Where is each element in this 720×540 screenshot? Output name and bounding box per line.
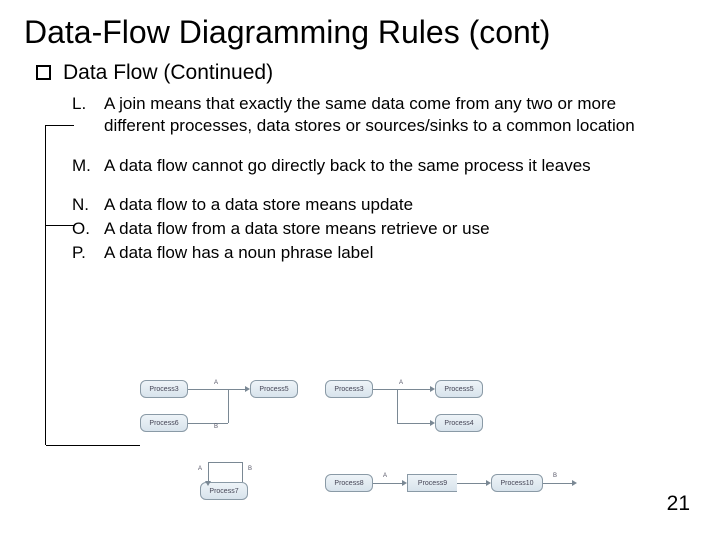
arrow-icon — [397, 389, 398, 423]
rule-letter: M. — [72, 155, 96, 177]
rule-text: A data flow cannot go directly back to t… — [104, 155, 672, 177]
connector-line — [45, 125, 46, 445]
dfd-group-selfloop: Process7 A B — [170, 456, 290, 506]
rule-letter: L. — [72, 93, 96, 137]
arrow-icon — [242, 462, 243, 482]
arrow-label: B — [553, 473, 557, 479]
section-heading-text: Data Flow (Continued) — [63, 61, 273, 85]
rule-item-P: P. A data flow has a noun phrase label — [72, 242, 672, 264]
page-number: 21 — [667, 492, 690, 516]
rule-item-N: N. A data flow to a data store means upd… — [72, 194, 672, 216]
dfd-group-chain: Process8 A Process9 Process10 B — [325, 466, 625, 506]
dfd-group-fork: Process3 Process5 Process4 A — [325, 378, 485, 438]
arrow-label: B — [248, 466, 252, 472]
arrow-icon — [208, 462, 209, 482]
rule-item-O: O. A data flow from a data store means r… — [72, 218, 672, 240]
arrow-icon — [188, 389, 246, 390]
arrow-icon — [208, 462, 242, 463]
rule-item-L: L. A join means that exactly the same da… — [72, 93, 672, 137]
process-box: Process8 — [325, 474, 373, 492]
arrow-icon — [373, 483, 403, 484]
rule-letter: N. — [72, 194, 96, 216]
arrow-icon — [543, 483, 573, 484]
process-box: Process6 — [140, 414, 188, 432]
rule-text: A data flow has a noun phrase label — [104, 242, 672, 264]
arrow-icon — [228, 389, 229, 423]
process-box: Process10 — [491, 474, 543, 492]
arrow-label: A — [383, 473, 387, 479]
arrow-label: A — [399, 380, 403, 386]
checkbox-bullet-icon — [36, 65, 51, 80]
rule-list: L. A join means that exactly the same da… — [0, 85, 720, 264]
process-box: Process4 — [435, 414, 483, 432]
arrow-icon — [188, 423, 228, 424]
data-store-box: Process9 — [407, 474, 457, 492]
rule-text: A data flow from a data store means retr… — [104, 218, 672, 240]
arrow-icon — [373, 389, 431, 390]
rule-text: A data flow to a data store means update — [104, 194, 672, 216]
rule-letter: P. — [72, 242, 96, 264]
process-box: Process3 — [140, 380, 188, 398]
arrow-label: A — [198, 466, 202, 472]
arrow-icon — [457, 483, 487, 484]
rule-item-M: M. A data flow cannot go directly back t… — [72, 155, 672, 177]
rule-letter: O. — [72, 218, 96, 240]
slide-title: Data-Flow Diagramming Rules (cont) — [0, 0, 720, 57]
arrow-label: A — [214, 380, 218, 386]
process-box: Process5 — [435, 380, 483, 398]
process-box: Process5 — [250, 380, 298, 398]
rule-text: A join means that exactly the same data … — [104, 93, 672, 137]
arrow-icon — [397, 423, 431, 424]
process-box: Process3 — [325, 380, 373, 398]
dfd-group-join: Process3 Process6 Process5 A B — [140, 378, 300, 438]
dfd-illustration: Process3 Process6 Process5 A B Process3 … — [140, 378, 640, 508]
arrow-label: B — [214, 424, 218, 430]
section-heading: Data Flow (Continued) — [0, 57, 720, 85]
